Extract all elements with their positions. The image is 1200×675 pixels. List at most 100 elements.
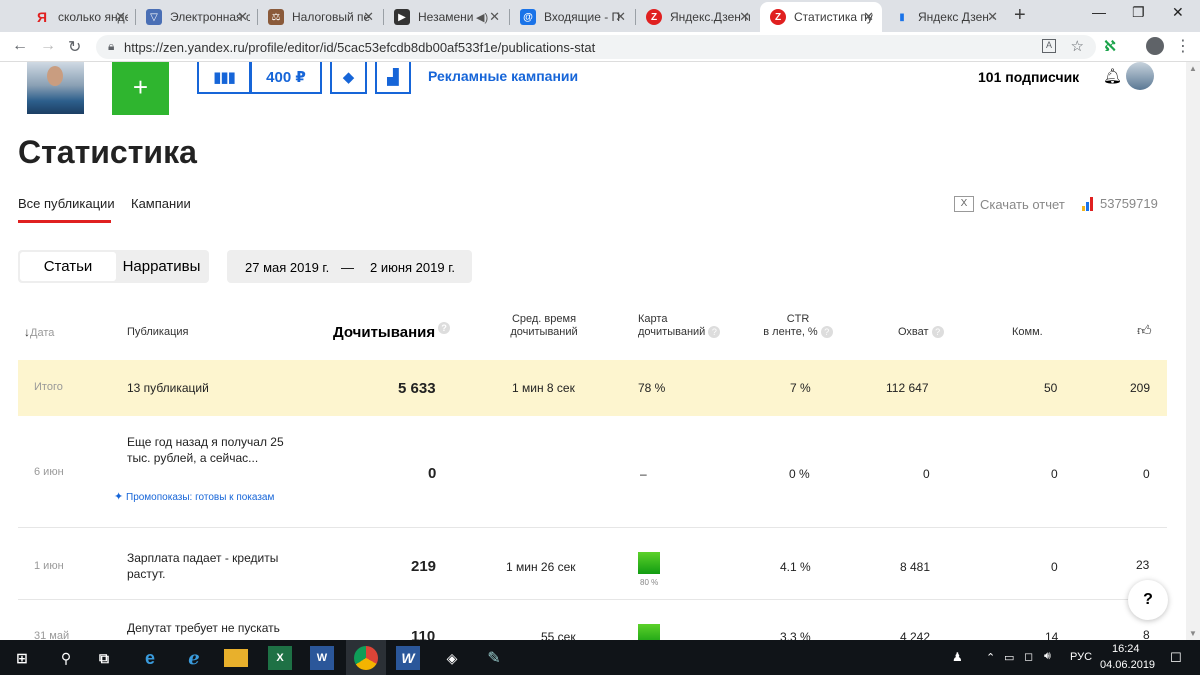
row-map: – xyxy=(640,467,647,481)
help-question-icon[interactable]: ? xyxy=(931,326,944,339)
reach-header[interactable]: Охват? xyxy=(898,326,944,339)
table-row[interactable]: 1 июн Зарплата падает - кредиты растут. … xyxy=(18,528,1167,600)
word-app-icon[interactable]: W xyxy=(310,646,334,670)
reads-map-bar[interactable] xyxy=(638,552,660,574)
tab-all-publications[interactable]: Все публикации xyxy=(18,196,115,211)
network-icon[interactable]: ◻ xyxy=(1024,650,1033,663)
browser-tab[interactable]: ⚖ Налоговый пе ✕ xyxy=(258,2,382,32)
close-tab-icon[interactable]: ✕ xyxy=(615,9,626,25)
help-question-icon[interactable]: ? xyxy=(820,326,833,339)
metrica-counter-link[interactable]: 53759719 xyxy=(1082,196,1158,211)
stats-button[interactable]: ▟ xyxy=(375,62,411,94)
tab-title: Налоговый пе xyxy=(292,10,371,24)
row-comments: 0 xyxy=(1051,560,1058,574)
close-tab-icon[interactable]: ✕ xyxy=(739,9,750,25)
avg-time-header[interactable]: Сред. время дочитываний xyxy=(510,313,578,339)
back-icon[interactable]: ← xyxy=(12,37,28,55)
close-tab-icon[interactable]: ✕ xyxy=(237,9,248,25)
close-tab-icon[interactable]: ✕ xyxy=(363,9,374,25)
paint-app-icon[interactable]: ✎ xyxy=(482,646,506,670)
ie-icon[interactable]: ℯ xyxy=(182,646,206,670)
battery-icon[interactable]: ▭ xyxy=(1004,651,1014,664)
download-report-button[interactable]: X Скачать отчет xyxy=(954,196,1065,212)
add-publication-button[interactable]: + xyxy=(112,62,169,115)
row-title[interactable]: Депутат требует не пускать xyxy=(127,620,302,636)
clock-date[interactable]: 04.06.2019 xyxy=(1100,659,1155,671)
tab-campaigns[interactable]: Кампании xyxy=(131,196,191,211)
segment-articles[interactable]: Статьи xyxy=(20,252,116,281)
page-scrollbar[interactable]: ▲ ▼ xyxy=(1186,62,1200,640)
gavel-favicon-icon: ⚖ xyxy=(268,9,284,25)
bookmark-star-icon[interactable]: ☆ xyxy=(1071,37,1084,55)
help-question-icon[interactable]: ? xyxy=(438,322,451,335)
scroll-down-icon[interactable]: ▼ xyxy=(1189,629,1197,638)
search-icon[interactable]: ⚲ xyxy=(54,646,78,670)
browser-tab[interactable]: ▶ Незамени ◀) ✕ xyxy=(384,2,508,32)
date-range-picker[interactable]: 27 мая 2019 г. — 2 июня 2019 г. xyxy=(227,250,472,283)
table-row[interactable]: 6 июн Еще год назад я получал 25 тыс. ру… xyxy=(18,416,1167,528)
close-tab-icon[interactable]: ✕ xyxy=(115,9,126,25)
table-row[interactable]: 31 май Депутат требует не пускать 110 55… xyxy=(18,600,1167,640)
ctr-header[interactable]: CTR в ленте, %? xyxy=(758,313,838,339)
extension-icon[interactable]: ℵ xyxy=(1104,37,1120,55)
reads-map-header[interactable]: Карта дочитываний? xyxy=(638,313,721,339)
browser-tab[interactable]: Я сколько яндекс ✕ xyxy=(24,2,134,32)
new-tab-button[interactable]: + xyxy=(1014,4,1026,27)
browser-tab[interactable]: @ Входящие - П ✕ xyxy=(510,2,634,32)
minimize-icon[interactable]: — xyxy=(1092,4,1106,20)
reads-map-bar[interactable] xyxy=(638,624,660,640)
comments-header[interactable]: Комм. xyxy=(1012,326,1043,339)
channel-avatar[interactable] xyxy=(27,62,84,114)
windows-taskbar: ⊞ ⚲ ⧉ e ℯ X W W ◈ ✎ ♟ ⌃ ▭ ◻ 🔊︎ РУС 16:24… xyxy=(0,640,1200,675)
volume-icon[interactable]: 🔊︎ xyxy=(1044,650,1051,663)
clock-time[interactable]: 16:24 xyxy=(1112,643,1140,655)
profile-icon[interactable] xyxy=(1146,37,1164,55)
notifications-icon[interactable]: ☐ xyxy=(1170,650,1182,666)
address-bar[interactable]: 🔒︎ https://zen.yandex.ru/profile/editor/… xyxy=(96,35,1096,59)
diamond-button[interactable]: ◆ xyxy=(330,62,367,94)
people-icon[interactable]: ♟ xyxy=(952,650,963,664)
sort-date-header[interactable]: ↓Дата xyxy=(24,326,54,340)
likes-thumb-icon[interactable]: 👍︎ xyxy=(1137,323,1152,337)
balance-button[interactable]: 400 ₽ xyxy=(250,62,322,94)
row-title[interactable]: Еще год назад я получал 25 тыс. рублей, … xyxy=(127,434,302,466)
close-tab-icon[interactable]: ✕ xyxy=(987,9,998,25)
user-avatar[interactable] xyxy=(1126,62,1154,90)
edge-icon[interactable]: e xyxy=(138,646,162,670)
browser-tab[interactable]: Z Яндекс.Дзен п ✕ xyxy=(636,2,758,32)
triangle-favicon-icon: ▽ xyxy=(146,9,162,25)
language-indicator[interactable]: РУС xyxy=(1070,651,1092,663)
ad-campaigns-link[interactable]: Рекламные кампании xyxy=(428,68,578,84)
url-text[interactable]: https://zen.yandex.ru/profile/editor/id/… xyxy=(124,40,595,55)
row-title[interactable]: Зарплата падает - кредиты растут. xyxy=(127,550,302,582)
bars-menu-button[interactable]: ▮▮▮ xyxy=(197,62,251,94)
help-button[interactable]: ? xyxy=(1128,580,1168,620)
reads-header[interactable]: Дочитывания? xyxy=(333,322,451,341)
bell-icon[interactable]: 🔔︎ xyxy=(1103,67,1122,85)
windows-start-icon[interactable]: ⊞ xyxy=(10,646,34,670)
segment-narratives[interactable]: Нарративы xyxy=(116,252,207,281)
bar-chart-favicon-icon: ▮ xyxy=(899,11,905,23)
close-tab-icon[interactable]: ✕ xyxy=(489,9,500,25)
task-view-icon[interactable]: ⧉ xyxy=(92,646,116,670)
tray-arrow-icon[interactable]: ⌃ xyxy=(986,651,995,664)
excel-app-icon[interactable]: X xyxy=(268,646,292,670)
menu-dots-icon[interactable]: ⋮ xyxy=(1175,36,1191,56)
chrome-icon[interactable] xyxy=(354,646,378,670)
browser-tab[interactable]: ▽ Электронная с ✕ xyxy=(136,2,256,32)
translate-icon[interactable]: A xyxy=(1042,39,1056,53)
forward-icon[interactable]: → xyxy=(40,37,56,55)
audio-icon[interactable]: ◀) xyxy=(476,11,488,24)
scroll-up-icon[interactable]: ▲ xyxy=(1189,64,1197,73)
file-explorer-icon[interactable] xyxy=(224,649,248,667)
close-window-icon[interactable]: ✕ xyxy=(1172,4,1184,21)
browser-tab-active[interactable]: Z Статистика пу ✕ xyxy=(760,2,882,32)
help-question-icon[interactable]: ? xyxy=(708,326,721,339)
reload-icon[interactable]: ↻ xyxy=(68,37,81,57)
browser-tab[interactable]: ▮ Яндекс Дзен - ✕ xyxy=(884,2,1006,32)
maximize-icon[interactable]: ❐ xyxy=(1132,4,1145,21)
promo-status[interactable]: ✦ Промопоказы: готовы к показам xyxy=(114,490,274,503)
gem-app-icon[interactable]: ◈ xyxy=(440,646,464,670)
close-tab-icon[interactable]: ✕ xyxy=(863,9,874,25)
writer-app-icon[interactable]: W xyxy=(396,646,420,670)
